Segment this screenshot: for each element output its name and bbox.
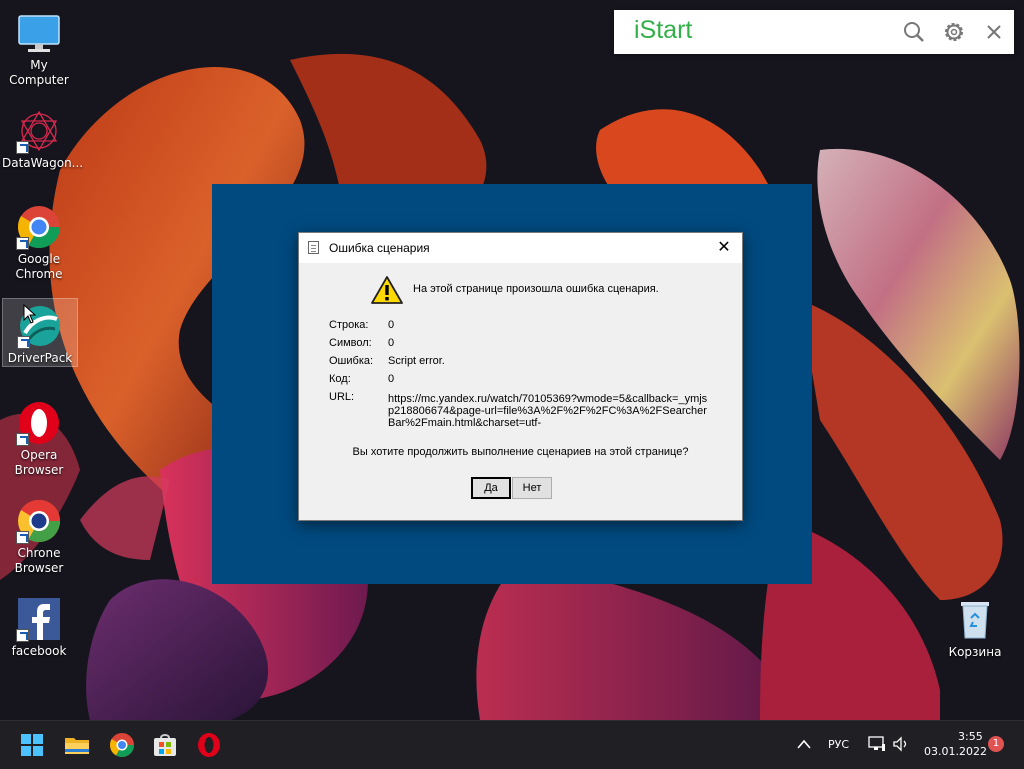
shortcut-arrow-icon bbox=[17, 336, 30, 349]
document-icon bbox=[308, 241, 319, 254]
shortcut-arrow-icon bbox=[16, 531, 29, 544]
desktop-icon-datawagon[interactable]: DataWagon... bbox=[2, 104, 84, 171]
yes-button[interactable]: Да bbox=[471, 477, 511, 499]
desktop-icon-label: Chrone Browser bbox=[14, 546, 64, 575]
file-explorer-icon[interactable] bbox=[63, 731, 91, 759]
opera-icon bbox=[16, 400, 62, 446]
desktop-icon-opera-browser[interactable]: Opera Browser bbox=[2, 396, 76, 478]
code-label: Код: bbox=[329, 373, 351, 385]
continue-question: Вы хотите продолжить выполнение сценарие… bbox=[352, 446, 689, 458]
search-icon[interactable] bbox=[900, 18, 928, 46]
shortcut-arrow-icon bbox=[16, 629, 29, 642]
facebook-icon bbox=[16, 596, 62, 642]
desktop-icon-label: facebook bbox=[11, 644, 67, 658]
desktop-icon-facebook[interactable]: facebook bbox=[2, 592, 76, 659]
datawagon-icon bbox=[16, 108, 62, 154]
desktop-icon-chrone-browser[interactable]: Chrone Browser bbox=[2, 494, 76, 576]
error-label: Ошибка: bbox=[329, 355, 374, 367]
dialog-title: Ошибка сценария bbox=[329, 241, 430, 255]
char-value: 0 bbox=[388, 337, 395, 349]
network-icon[interactable] bbox=[868, 736, 886, 752]
notification-badge[interactable]: 1 bbox=[988, 736, 1004, 752]
chevron-up-icon[interactable] bbox=[796, 738, 812, 750]
shortcut-arrow-icon bbox=[16, 237, 29, 250]
chrome-icon[interactable] bbox=[108, 731, 136, 759]
dialog-titlebar[interactable]: Ошибка сценария ✕ bbox=[299, 233, 742, 263]
desktop-icon-label: Корзина bbox=[948, 645, 1002, 659]
no-button[interactable]: Нет bbox=[512, 477, 552, 499]
desktop-icon-google-chrome[interactable]: Google Chrome bbox=[2, 200, 76, 282]
desktop-icon-label: Google Chrome bbox=[15, 252, 63, 281]
clock-date[interactable]: 03.01.2022 bbox=[924, 745, 987, 758]
istart-logo: iStart bbox=[634, 16, 693, 44]
recycle-bin-icon bbox=[961, 602, 989, 639]
desktop-icon-recycle-bin[interactable]: Корзина bbox=[948, 596, 1002, 659]
line-value: 0 bbox=[388, 319, 395, 331]
desktop-icon-my-computer[interactable]: My Computer bbox=[2, 6, 76, 88]
chrome-icon bbox=[16, 204, 62, 250]
shortcut-arrow-icon bbox=[16, 433, 29, 446]
language-indicator[interactable]: РУС bbox=[828, 738, 849, 751]
dialog-close-button[interactable]: ✕ bbox=[709, 236, 739, 260]
url-label: URL: bbox=[329, 391, 355, 403]
code-value: 0 bbox=[388, 373, 395, 385]
error-message: На этой странице произошла ошибка сценар… bbox=[413, 283, 659, 295]
desktop-icon-driverpack[interactable]: DriverPack bbox=[2, 298, 78, 367]
clock-time[interactable]: 3:55 bbox=[958, 730, 983, 743]
line-label: Строка: bbox=[329, 319, 369, 331]
start-icon[interactable] bbox=[18, 731, 46, 759]
char-label: Символ: bbox=[329, 337, 372, 349]
store-icon[interactable] bbox=[151, 731, 179, 759]
desktop-icon-label: DriverPack bbox=[7, 351, 73, 365]
close-icon[interactable] bbox=[980, 18, 1008, 46]
desktop-icon-label: My Computer bbox=[9, 58, 69, 87]
desktop-icon-label: Opera Browser bbox=[14, 448, 64, 477]
warning-icon bbox=[371, 276, 403, 304]
error-value: Script error. bbox=[388, 355, 445, 367]
gear-icon[interactable] bbox=[940, 18, 968, 46]
istart-toolbar: iStart bbox=[614, 10, 1014, 54]
url-value: https://mc.yandex.ru/watch/70105369?wmod… bbox=[388, 393, 708, 429]
chrome-alt-icon bbox=[16, 498, 62, 544]
monitor-icon bbox=[16, 10, 62, 56]
opera-icon[interactable] bbox=[195, 731, 223, 759]
mouse-cursor-icon bbox=[23, 304, 37, 324]
shortcut-arrow-icon bbox=[16, 141, 29, 154]
speaker-icon[interactable] bbox=[892, 736, 910, 752]
script-error-dialog: Ошибка сценария ✕ На этой странице произ… bbox=[298, 232, 743, 521]
desktop-icon-label: DataWagon... bbox=[2, 156, 84, 170]
